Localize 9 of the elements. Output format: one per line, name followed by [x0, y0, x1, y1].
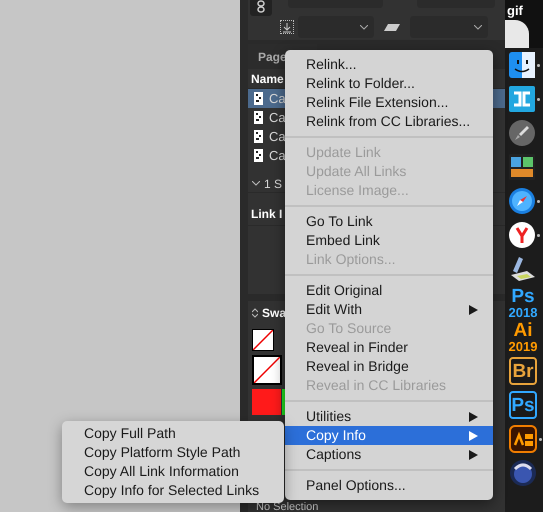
panel-title: Swa — [262, 305, 286, 322]
link-name: Ca — [269, 128, 286, 146]
file-label: gif — [507, 4, 523, 18]
link-name: Ca — [269, 108, 286, 127]
section-header: Link I — [251, 206, 282, 223]
link-name: Ca — [269, 90, 286, 108]
status-text: No Selection — [256, 502, 318, 512]
link-name: Ca — [269, 146, 286, 165]
summary-text: 1 S — [264, 176, 282, 192]
